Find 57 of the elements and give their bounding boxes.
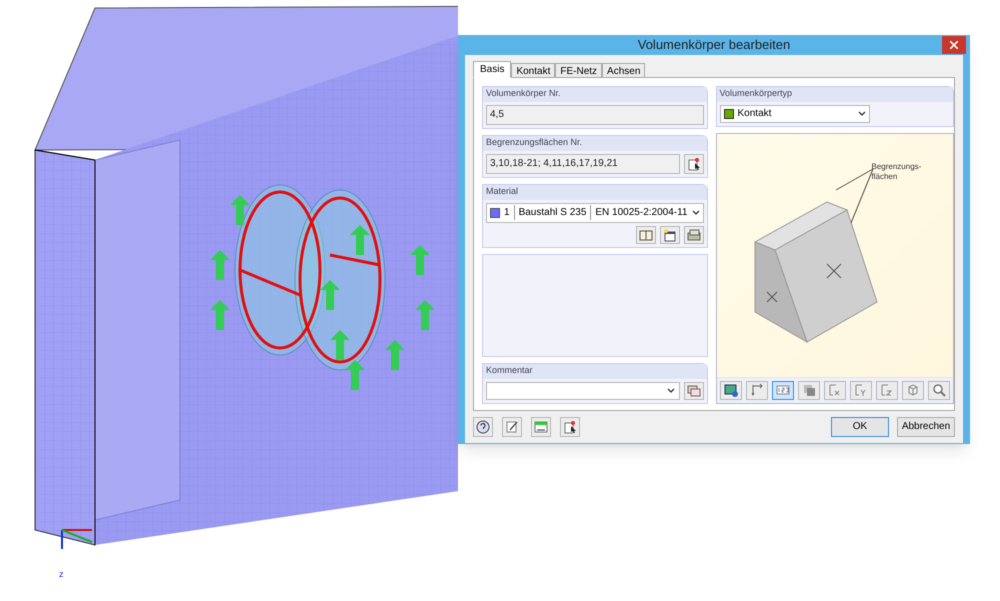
dialog-button[interactable]: Abbrechen: [897, 416, 955, 436]
material-dropdown[interactable]: 1 Baustahl S 235 EN 10025-2:2004-11: [486, 202, 704, 222]
solid-type-value: Kontakt: [738, 107, 772, 121]
chevron-icon: [666, 388, 674, 394]
chevron-icon: [858, 110, 866, 116]
new-icon: [662, 226, 678, 242]
tool-button[interactable]: [502, 416, 522, 436]
pencil-icon: [504, 418, 520, 434]
arrow-symbol: [410, 245, 430, 275]
dimension-icon: [748, 382, 764, 398]
arrow-symbol: [210, 250, 230, 280]
zoom-icon: [930, 382, 946, 398]
tool-button[interactable]: [684, 154, 704, 174]
solid-number-field: 4,5: [486, 104, 704, 124]
axis-view-icon: [878, 382, 894, 398]
material-number: 1: [504, 206, 510, 220]
tool-button[interactable]: [636, 226, 656, 244]
group-label: Begrenzungsflächen Nr.: [483, 136, 706, 150]
material-name: Baustahl S 235: [514, 205, 586, 220]
tab[interactable]: Basis: [473, 60, 512, 78]
arrow-symbol: [385, 340, 405, 370]
group-label: Material: [483, 184, 706, 200]
group-label: Volumenkörper Nr.: [483, 86, 706, 102]
tool-button[interactable]: [473, 416, 493, 436]
arrow-symbol: [230, 195, 250, 225]
group-label: Kommentar: [483, 364, 706, 378]
tool-button[interactable]: [720, 380, 742, 400]
boundary-field: 3,10,18-21; 4,11,16,17,19,21: [486, 154, 680, 174]
tool-button[interactable]: [660, 226, 680, 244]
chevron-icon: [692, 210, 700, 216]
close-button[interactable]: [942, 36, 966, 54]
group-label: Volumenkörpertyp: [716, 86, 952, 102]
axis-view-icon: [826, 382, 842, 398]
arrow-symbol: [415, 300, 435, 330]
render-icon: [722, 382, 738, 398]
axis-label: z: [59, 568, 64, 581]
arrow-symbol: [330, 330, 350, 360]
arrow-symbol: [210, 300, 230, 330]
solid-type-dropdown[interactable]: Kontakt: [720, 104, 870, 122]
tool-button[interactable]: [560, 416, 580, 436]
tab[interactable]: FE-Netz: [555, 62, 602, 76]
callout-label: Begrenzungs- flächen: [872, 162, 922, 182]
axis-view-icon: [852, 382, 868, 398]
close-icon: [950, 40, 958, 49]
tab[interactable]: Kontakt: [511, 62, 556, 76]
window-title: Volumenkörper bearbeiten: [636, 36, 792, 54]
help-icon: [475, 418, 491, 434]
cursor-icon: [686, 156, 702, 172]
tab[interactable]: Achsen: [602, 62, 646, 76]
dialog-button[interactable]: OK: [831, 416, 889, 436]
comment-field[interactable]: [486, 382, 680, 400]
copy-icon: [686, 382, 702, 398]
arrow-symbol: [345, 360, 365, 390]
cursor-icon: [562, 418, 578, 434]
material-norm: EN 10025-2:2004-11: [590, 205, 688, 220]
arrow-symbol: [320, 280, 340, 310]
arrow-symbol: [350, 225, 370, 255]
